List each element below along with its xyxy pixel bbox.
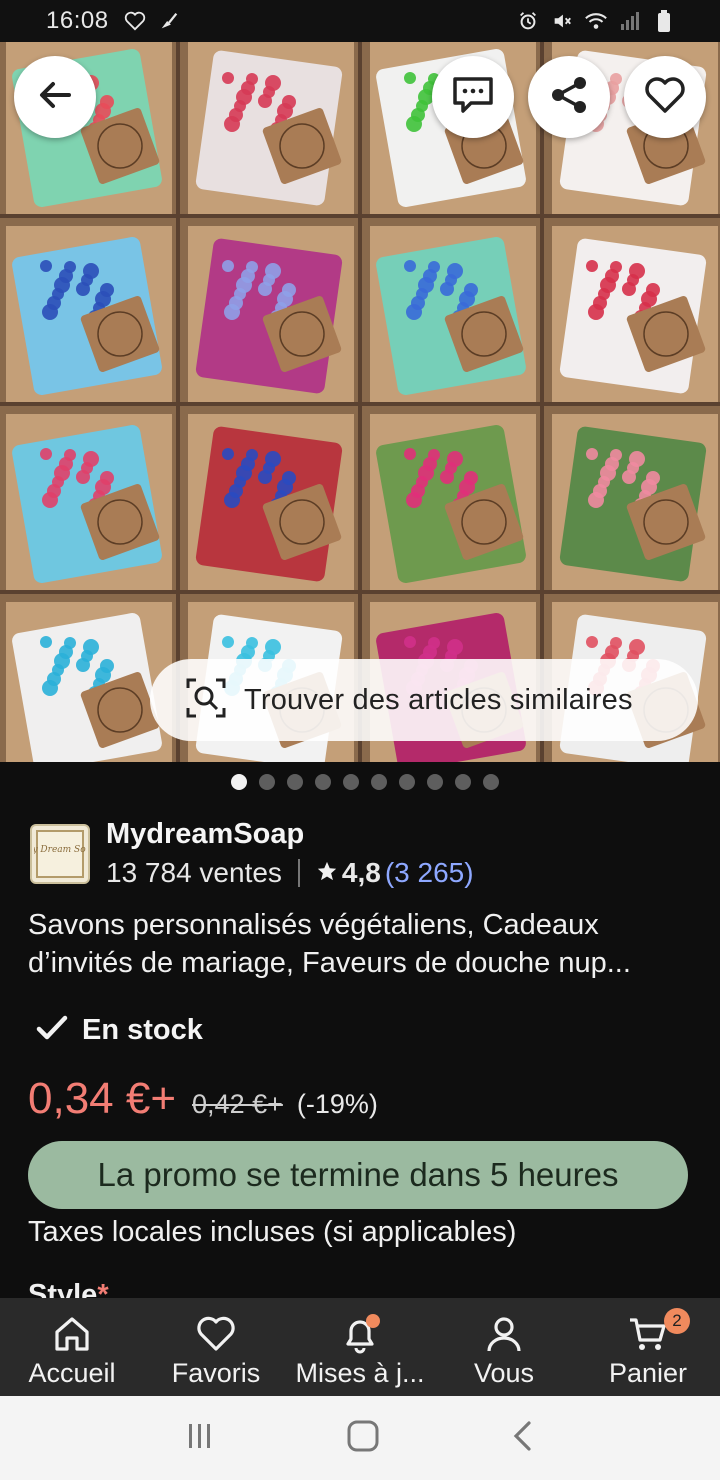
share-icon: [548, 74, 590, 121]
shop-logo[interactable]: My Dream Soap: [30, 823, 90, 884]
alarm-icon: [516, 9, 540, 33]
broom-icon: [157, 9, 181, 33]
system-navigation-bar: [0, 1396, 720, 1480]
carousel-dot[interactable]: [483, 774, 499, 790]
carousel-dot[interactable]: [259, 774, 275, 790]
star-icon: [316, 857, 338, 889]
message-icon: [451, 75, 495, 120]
taxes-note: Taxes locales incluses (si applicables): [28, 1216, 517, 1248]
home-system-button[interactable]: [346, 1419, 380, 1458]
stock-label: En stock: [82, 1014, 203, 1046]
shop-logo-text: My Dream Soap: [34, 845, 86, 855]
nav-you[interactable]: Vous: [432, 1298, 576, 1396]
carousel-dot[interactable]: [399, 774, 415, 790]
carousel-dot[interactable]: [455, 774, 471, 790]
favorite-button[interactable]: [624, 56, 706, 138]
shop-name[interactable]: MydreamSoap: [106, 818, 474, 851]
style-heading: Style*: [28, 1276, 109, 1298]
message-button[interactable]: [432, 56, 514, 138]
mute-icon: [550, 9, 574, 33]
find-similar-button[interactable]: Trouver des articles similaires: [150, 659, 698, 741]
carousel-dot[interactable]: [231, 774, 247, 790]
arrow-left-icon: [35, 75, 75, 120]
signal-icon: [618, 9, 642, 33]
heart-icon: [643, 75, 687, 120]
find-similar-label: Trouver des articles similaires: [244, 683, 633, 716]
promo-badge: La promo se termine dans 5 heures: [28, 1141, 688, 1209]
listing-title[interactable]: Savons personnalisés végétaliens, Cadeau…: [28, 906, 698, 982]
share-button[interactable]: [528, 56, 610, 138]
divider: [297, 859, 300, 887]
nav-cart-label: Panier: [608, 1358, 688, 1388]
carousel-dots[interactable]: [0, 774, 720, 790]
cart-icon: 2: [628, 1308, 690, 1354]
original-price: 0,42 €+: [192, 1089, 283, 1119]
product-image[interactable]: Trouver des articles similaires: [0, 42, 720, 762]
user-icon: [484, 1314, 524, 1354]
nav-you-label: Vous: [473, 1358, 535, 1388]
bell-icon: [340, 1314, 380, 1354]
current-price: 0,34 €+: [28, 1074, 177, 1123]
discount-percent: (-19%): [296, 1089, 378, 1119]
bottom-navigation: Accueil Favoris Mises à j... Vous 2 Pani…: [0, 1298, 720, 1396]
nav-favorites[interactable]: Favoris: [144, 1298, 288, 1396]
carousel-dot[interactable]: [315, 774, 331, 790]
nav-updates[interactable]: Mises à j...: [288, 1298, 432, 1396]
nav-cart[interactable]: 2 Panier: [576, 1298, 720, 1396]
notification-dot: [366, 1314, 380, 1328]
status-bar: 16:08: [0, 0, 720, 42]
wifi-icon: [584, 9, 608, 33]
back-system-button[interactable]: [511, 1420, 535, 1457]
battery-icon: [652, 9, 676, 33]
carousel-dot[interactable]: [371, 774, 387, 790]
back-button[interactable]: [14, 56, 96, 138]
shop-sales: 13 784 ventes: [106, 857, 282, 888]
check-icon: [36, 1014, 68, 1047]
required-marker: *: [97, 1279, 109, 1298]
carousel-dot[interactable]: [287, 774, 303, 790]
stock-status: En stock: [36, 1014, 203, 1047]
shop-rating: 4,8: [341, 857, 381, 888]
visual-search-icon: [184, 676, 228, 725]
carousel-dot[interactable]: [427, 774, 443, 790]
nav-updates-label: Mises à j...: [295, 1358, 425, 1388]
nav-favorites-label: Favoris: [171, 1358, 261, 1388]
heart-icon: [196, 1314, 236, 1354]
recent-apps-button[interactable]: [185, 1422, 215, 1455]
soap-boxes-photo: [0, 42, 720, 762]
heart-outline-icon: [123, 9, 147, 33]
nav-home[interactable]: Accueil: [0, 1298, 144, 1396]
price-row: 0,34 €+ 0,42 €+ (-19%): [28, 1074, 378, 1124]
shop-row[interactable]: My Dream Soap MydreamSoap 13 784 ventes …: [30, 818, 474, 889]
cart-count-badge: 2: [664, 1308, 690, 1334]
home-icon: [52, 1314, 92, 1354]
status-time: 16:08: [46, 7, 109, 34]
style-label: Style: [28, 1279, 98, 1298]
nav-home-label: Accueil: [28, 1358, 116, 1388]
review-count-link[interactable]: (3 265): [385, 857, 474, 889]
carousel-dot[interactable]: [343, 774, 359, 790]
promo-text: La promo se termine dans 5 heures: [97, 1156, 619, 1193]
